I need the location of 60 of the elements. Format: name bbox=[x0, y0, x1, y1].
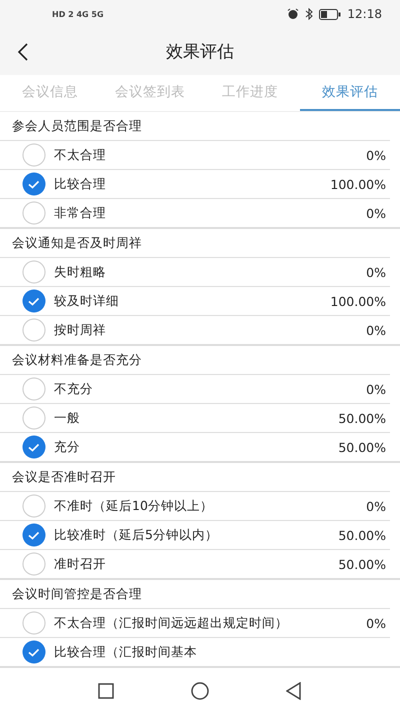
option-label: 不太合理 bbox=[54, 146, 107, 164]
back-triangle-icon[interactable] bbox=[286, 682, 302, 700]
tab[interactable]: 工作进度 bbox=[200, 75, 300, 111]
option-label: 比较合理 bbox=[54, 176, 107, 192]
option-label: 充分 bbox=[54, 438, 81, 456]
question-title: 会议时间管控是否合理 bbox=[11, 584, 143, 602]
checked-radio-icon[interactable] bbox=[22, 289, 46, 313]
percentage-text: 50.00% bbox=[338, 440, 386, 454]
question-title: 会议材料准备是否充分 bbox=[11, 350, 143, 368]
page-title: 效果评估 bbox=[166, 41, 234, 63]
back-icon[interactable] bbox=[16, 42, 30, 62]
option-label: 比较合理（汇报时间基本 bbox=[54, 644, 198, 660]
radio-icon[interactable] bbox=[22, 406, 46, 430]
question-title: 参会人员范围是否合理 bbox=[11, 116, 143, 134]
tab[interactable]: 会议签到表 bbox=[100, 75, 200, 111]
option-label: 不充分 bbox=[54, 380, 94, 398]
checked-radio-icon[interactable] bbox=[22, 640, 46, 664]
radio-icon[interactable] bbox=[22, 260, 46, 284]
percentage-text: 0% bbox=[366, 616, 386, 630]
percentage-text: 50.00% bbox=[338, 556, 386, 572]
option-label: 一般 bbox=[54, 410, 81, 426]
bluetooth-icon bbox=[305, 8, 314, 20]
option-label: 不准时（延后10分钟以上） bbox=[54, 498, 214, 514]
tab[interactable]: 效果评估 bbox=[300, 75, 400, 111]
radio-icon[interactable] bbox=[22, 494, 46, 518]
option-label: 按时周祥 bbox=[54, 322, 107, 338]
checked-radio-icon[interactable] bbox=[22, 172, 46, 196]
checked-radio-icon[interactable] bbox=[22, 523, 46, 547]
network-status-text: HD 2 4G 5G bbox=[52, 10, 104, 18]
checked-radio-icon[interactable] bbox=[22, 435, 46, 459]
option-label: 不太合理（汇报时间远远超出规定时间） bbox=[54, 614, 289, 632]
tab[interactable]: 会议信息 bbox=[0, 75, 100, 111]
radio-icon[interactable] bbox=[22, 201, 46, 225]
question-title: 会议通知是否及时周祥 bbox=[11, 234, 143, 252]
percentage-text: 50.00% bbox=[338, 410, 386, 426]
percentage-text: 0% bbox=[366, 382, 386, 396]
radio-icon[interactable] bbox=[22, 143, 46, 167]
option-label: 比较准时（延后5分钟以内） bbox=[54, 526, 219, 544]
option-label: 失时粗略 bbox=[54, 264, 107, 280]
percentage-text: 0% bbox=[366, 264, 386, 280]
percentage-text: 100.00% bbox=[330, 176, 386, 192]
percentage-text: 50.00% bbox=[338, 528, 386, 542]
percentage-text: 0% bbox=[366, 148, 386, 162]
option-label: 较及时详细 bbox=[54, 292, 120, 310]
percentage-text: 0% bbox=[366, 322, 386, 338]
radio-icon[interactable] bbox=[22, 552, 46, 576]
radio-icon[interactable] bbox=[22, 611, 46, 635]
option-label: 非常合理 bbox=[54, 204, 107, 222]
percentage-text: 100.00% bbox=[330, 294, 386, 308]
battery-icon bbox=[319, 8, 342, 20]
recent-apps-icon[interactable] bbox=[98, 683, 114, 699]
radio-icon[interactable] bbox=[22, 377, 46, 401]
question-title: 会议是否准时召开 bbox=[11, 468, 117, 486]
percentage-text: 0% bbox=[366, 206, 386, 220]
alarm-icon bbox=[287, 8, 300, 20]
option-label: 准时召开 bbox=[54, 556, 107, 572]
percentage-text: 0% bbox=[366, 498, 386, 514]
radio-icon[interactable] bbox=[22, 318, 46, 342]
clock-time: 12:18 bbox=[347, 7, 382, 21]
home-icon[interactable] bbox=[190, 682, 209, 700]
